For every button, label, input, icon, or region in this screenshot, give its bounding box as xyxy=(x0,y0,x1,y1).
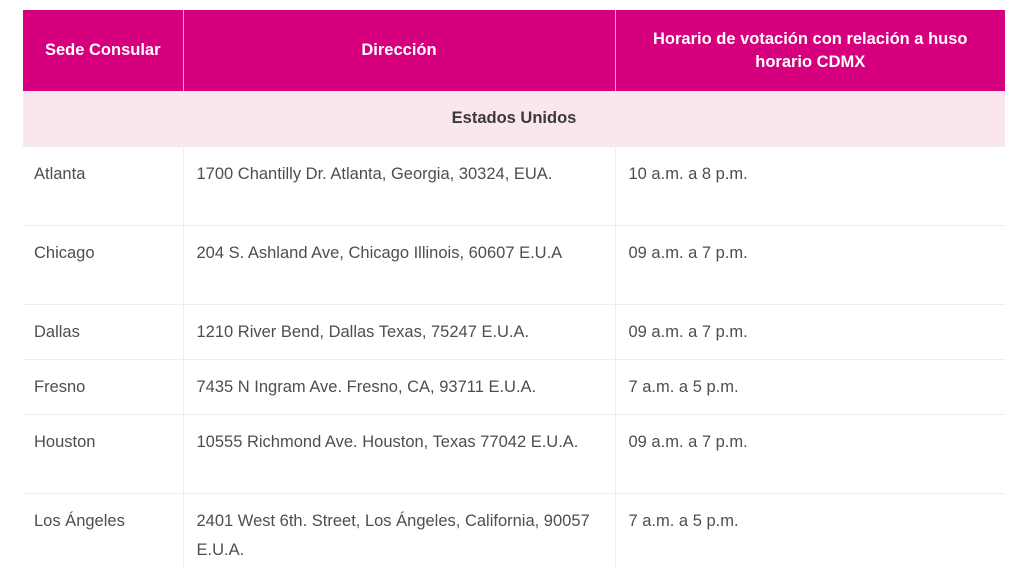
cell-sede: Dallas xyxy=(23,303,184,360)
page-root: Sede Consular Dirección Horario de votac… xyxy=(0,0,1026,568)
cell-direccion: 1210 River Bend, Dallas Texas, 75247 E.U… xyxy=(183,303,616,360)
consular-sites-table: Sede Consular Dirección Horario de votac… xyxy=(23,10,1005,568)
header-direccion: Dirección xyxy=(183,10,616,91)
table-row: Atlanta 1700 Chantilly Dr. Atlanta, Geor… xyxy=(23,145,1005,225)
cell-sede: Los Ángeles xyxy=(23,493,184,568)
header-sede-consular: Sede Consular xyxy=(23,10,184,91)
table-row: Houston 10555 Richmond Ave. Houston, Tex… xyxy=(23,414,1005,494)
table-header-row: Sede Consular Dirección Horario de votac… xyxy=(23,10,1005,91)
cell-sede: Fresno xyxy=(23,358,184,415)
table-body: Atlanta 1700 Chantilly Dr. Atlanta, Geor… xyxy=(23,145,1005,568)
cell-horario: 10 a.m. a 8 p.m. xyxy=(615,145,1005,225)
cell-horario: 09 a.m. a 7 p.m. xyxy=(615,224,1005,304)
cell-horario: 09 a.m. a 7 p.m. xyxy=(615,303,1005,360)
header-horario: Horario de votación con relación a huso … xyxy=(615,10,1005,91)
cell-direccion: 1700 Chantilly Dr. Atlanta, Georgia, 303… xyxy=(183,145,616,225)
cell-horario: 09 a.m. a 7 p.m. xyxy=(615,414,1005,494)
cell-sede: Houston xyxy=(23,414,184,494)
table-header: Sede Consular Dirección Horario de votac… xyxy=(23,10,1005,91)
section-label: Estados Unidos xyxy=(23,91,1005,146)
consular-table-container: Sede Consular Dirección Horario de votac… xyxy=(23,10,1005,568)
table-row: Los Ángeles 2401 West 6th. Street, Los Á… xyxy=(23,493,1005,568)
cell-sede: Chicago xyxy=(23,224,184,304)
cell-sede: Atlanta xyxy=(23,145,184,225)
cell-direccion: 10555 Richmond Ave. Houston, Texas 77042… xyxy=(183,414,616,494)
table-row: Chicago 204 S. Ashland Ave, Chicago Illi… xyxy=(23,224,1005,304)
cell-direccion: 2401 West 6th. Street, Los Ángeles, Cali… xyxy=(183,493,616,568)
table-row: Fresno 7435 N Ingram Ave. Fresno, CA, 93… xyxy=(23,358,1005,415)
cell-direccion: 7435 N Ingram Ave. Fresno, CA, 93711 E.U… xyxy=(183,358,616,415)
cell-horario: 7 a.m. a 5 p.m. xyxy=(615,493,1005,568)
table-row: Dallas 1210 River Bend, Dallas Texas, 75… xyxy=(23,303,1005,360)
section-row-estados-unidos: Estados Unidos xyxy=(23,91,1005,146)
cell-horario: 7 a.m. a 5 p.m. xyxy=(615,358,1005,415)
cell-direccion: 204 S. Ashland Ave, Chicago Illinois, 60… xyxy=(183,224,616,304)
table-section-header: Estados Unidos xyxy=(23,91,1005,146)
